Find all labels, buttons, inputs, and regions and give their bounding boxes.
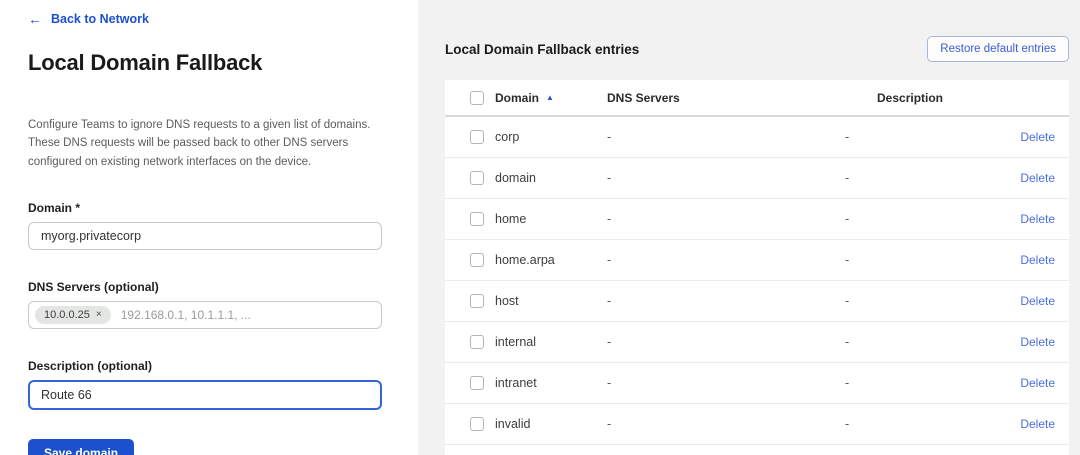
row-checkbox[interactable] (470, 171, 484, 185)
page-title: Local Domain Fallback (28, 50, 390, 76)
description-cell: - (845, 417, 995, 431)
table-body: corp - - Delete domain - - Delete home -… (445, 117, 1069, 445)
table-row: internal - - Delete (445, 322, 1069, 363)
table-row: intranet - - Delete (445, 363, 1069, 404)
row-checkbox[interactable] (470, 212, 484, 226)
row-checkbox[interactable] (470, 417, 484, 431)
dns-servers-cell: - (607, 171, 845, 185)
row-checkbox[interactable] (470, 294, 484, 308)
entries-table: Domain ▲ DNS Servers Description corp - … (445, 80, 1069, 455)
sort-ascending-icon: ▲ (546, 94, 554, 102)
select-all-checkbox[interactable] (470, 91, 484, 105)
description-cell: - (845, 253, 995, 267)
save-domain-button[interactable]: Save domain (28, 439, 134, 455)
table-row: home - - Delete (445, 199, 1069, 240)
domain-cell: invalid (495, 417, 607, 431)
delete-entry-link[interactable]: Delete (995, 253, 1055, 267)
edit-panel: ← Back to Network Local Domain Fallback … (0, 0, 418, 455)
domain-cell: home (495, 212, 607, 226)
description-cell: - (845, 130, 995, 144)
domain-input[interactable] (28, 222, 382, 250)
description-input[interactable] (28, 380, 382, 410)
row-checkbox[interactable] (470, 130, 484, 144)
app-window: ← Back to Network Local Domain Fallback … (0, 0, 1080, 455)
dns-servers-cell: - (607, 130, 845, 144)
back-to-network-link[interactable]: ← Back to Network (28, 12, 149, 26)
domain-label: Domain * (28, 201, 390, 215)
dns-servers-field-group: DNS Servers (optional) 10.0.0.25 × 192.1… (28, 280, 390, 329)
restore-default-entries-button[interactable]: Restore default entries (927, 36, 1069, 62)
dns-servers-cell: - (607, 376, 845, 390)
row-select-cell (470, 212, 495, 226)
row-checkbox[interactable] (470, 335, 484, 349)
row-checkbox[interactable] (470, 376, 484, 390)
row-select-cell (470, 376, 495, 390)
delete-entry-link[interactable]: Delete (995, 417, 1055, 431)
dns-servers-cell: - (607, 417, 845, 431)
dns-servers-cell: - (607, 212, 845, 226)
dns-servers-label: DNS Servers (optional) (28, 280, 390, 294)
description-cell: - (845, 212, 995, 226)
table-row: home.arpa - - Delete (445, 240, 1069, 281)
domain-cell: corp (495, 130, 607, 144)
page-description: Configure Teams to ignore DNS requests t… (28, 116, 384, 171)
dns-server-tag[interactable]: 10.0.0.25 × (35, 306, 111, 324)
remove-tag-icon[interactable]: × (96, 310, 102, 320)
row-checkbox[interactable] (470, 253, 484, 267)
dns-server-tag-value: 10.0.0.25 (44, 309, 90, 321)
delete-entry-link[interactable]: Delete (995, 335, 1055, 349)
dns-servers-cell: - (607, 294, 845, 308)
row-select-cell (470, 130, 495, 144)
row-select-cell (470, 253, 495, 267)
select-all-cell (470, 91, 495, 105)
delete-entry-link[interactable]: Delete (995, 294, 1055, 308)
dns-servers-placeholder: 192.168.0.1, 10.1.1.1, ... (121, 308, 251, 322)
delete-entry-link[interactable]: Delete (995, 171, 1055, 185)
column-header-dns-servers: DNS Servers (607, 91, 845, 105)
domain-field-group: Domain * (28, 201, 390, 250)
description-cell: - (845, 376, 995, 390)
delete-entry-link[interactable]: Delete (995, 212, 1055, 226)
entries-title: Local Domain Fallback entries (445, 42, 639, 57)
back-link-label: Back to Network (51, 12, 149, 26)
delete-entry-link[interactable]: Delete (995, 130, 1055, 144)
back-arrow-icon: ← (28, 12, 42, 26)
description-label: Description (optional) (28, 359, 390, 373)
entries-panel: Local Domain Fallback entries Restore de… (418, 0, 1080, 455)
dns-servers-input[interactable]: 10.0.0.25 × 192.168.0.1, 10.1.1.1, ... (28, 301, 382, 329)
table-row: corp - - Delete (445, 117, 1069, 158)
row-select-cell (470, 335, 495, 349)
table-row: domain - - Delete (445, 158, 1069, 199)
column-header-description: Description (845, 91, 995, 105)
table-row: host - - Delete (445, 281, 1069, 322)
description-cell: - (845, 335, 995, 349)
description-field-group: Description (optional) (28, 359, 390, 410)
description-cell: - (845, 294, 995, 308)
column-header-domain[interactable]: Domain ▲ (495, 91, 607, 105)
delete-entry-link[interactable]: Delete (995, 376, 1055, 390)
description-cell: - (845, 171, 995, 185)
row-select-cell (470, 294, 495, 308)
table-header-row: Domain ▲ DNS Servers Description (445, 80, 1069, 117)
domain-cell: home.arpa (495, 253, 607, 267)
table-row: invalid - - Delete (445, 404, 1069, 445)
domain-column-label: Domain (495, 91, 539, 105)
dns-servers-cell: - (607, 335, 845, 349)
domain-cell: domain (495, 171, 607, 185)
dns-servers-cell: - (607, 253, 845, 267)
domain-cell: host (495, 294, 607, 308)
domain-cell: intranet (495, 376, 607, 390)
domain-cell: internal (495, 335, 607, 349)
row-select-cell (470, 417, 495, 431)
entries-header: Local Domain Fallback entries Restore de… (445, 36, 1069, 62)
row-select-cell (470, 171, 495, 185)
